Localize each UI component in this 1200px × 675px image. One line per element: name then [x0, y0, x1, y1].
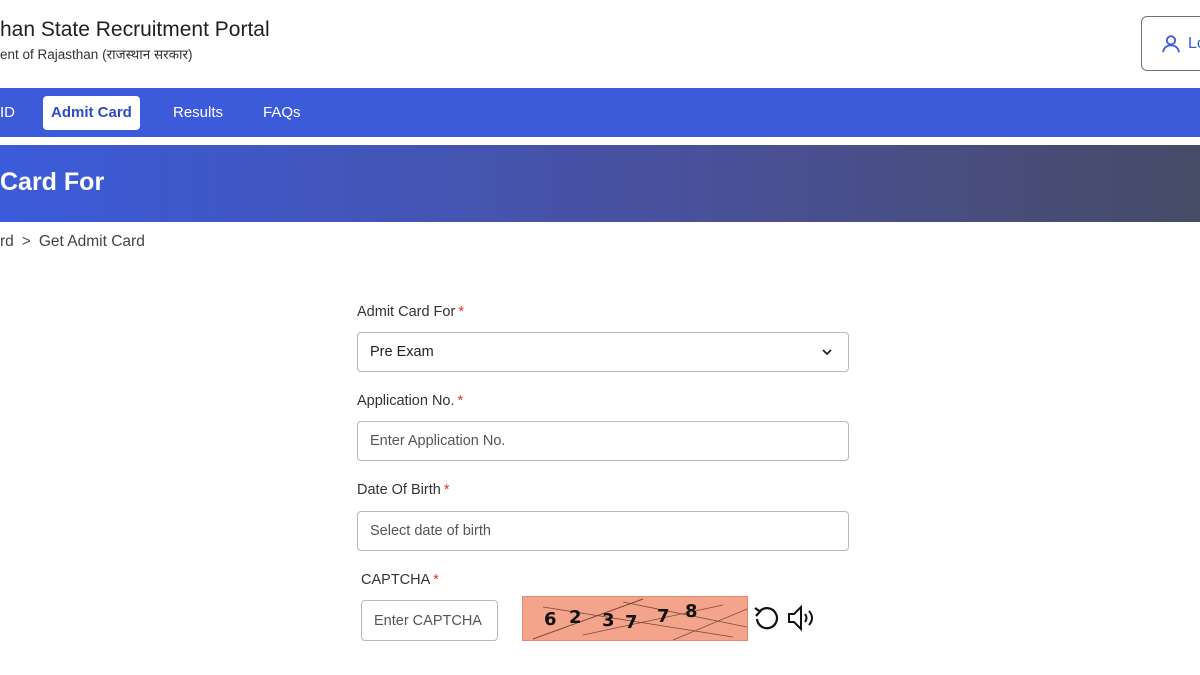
captcha-image: 6 2 3 7 7 8 — [522, 596, 748, 641]
captcha-input[interactable]: Enter CAPTCHA — [361, 600, 498, 641]
nav-item-faqs[interactable]: FAQs — [263, 96, 301, 130]
required-marker: * — [443, 482, 450, 498]
breadcrumb: rd > Get Admit Card — [0, 233, 145, 251]
admit-card-for-value: Pre Exam — [370, 344, 434, 360]
refresh-captcha-button[interactable] — [752, 603, 780, 638]
admit-card-for-select[interactable]: Pre Exam — [357, 332, 849, 372]
admit-card-for-label-text: Admit Card For — [357, 304, 456, 320]
application-no-placeholder: Enter Application No. — [370, 433, 506, 449]
main-nav: ID Admit Card Results FAQs — [0, 88, 1200, 137]
page-banner: Card For — [0, 145, 1200, 222]
captcha-label: CAPTCHA * — [361, 572, 439, 588]
user-icon — [1162, 34, 1180, 52]
captcha-char: 3 — [602, 610, 615, 631]
login-button[interactable]: Lo — [1141, 16, 1200, 71]
breadcrumb-separator: > — [21, 233, 31, 250]
application-no-label: Application No. * — [357, 393, 463, 409]
login-label: Lo — [1188, 34, 1200, 52]
captcha-char: 8 — [685, 601, 698, 622]
captcha-label-text: CAPTCHA — [361, 572, 431, 588]
page-title: Card For — [0, 168, 105, 196]
site-header: han State Recruitment Portal ent of Raja… — [0, 0, 1200, 88]
captcha-char: 2 — [569, 607, 582, 628]
nav-item-admit-card[interactable]: Admit Card — [43, 96, 140, 130]
required-marker: * — [433, 572, 439, 588]
dob-placeholder: Select date of birth — [370, 523, 491, 539]
speaker-icon — [788, 604, 813, 632]
captcha-char: 6 — [544, 609, 557, 630]
admit-card-for-label: Admit Card For * — [357, 304, 464, 320]
refresh-icon — [754, 607, 779, 630]
chevron-down-icon — [822, 349, 832, 356]
breadcrumb-item-current: Get Admit Card — [38, 233, 145, 250]
required-marker: * — [457, 393, 464, 409]
captcha-char: 7 — [625, 612, 638, 633]
application-no-label-text: Application No. — [357, 393, 455, 409]
dob-input[interactable]: Select date of birth — [357, 511, 849, 551]
dob-label: Date Of Birth * — [357, 482, 449, 498]
portal-title: han State Recruitment Portal — [0, 18, 270, 41]
dob-label-text: Date Of Birth — [357, 482, 441, 498]
audio-captcha-button[interactable] — [786, 603, 818, 638]
application-no-input[interactable]: Enter Application No. — [357, 421, 849, 461]
portal-subtitle: ent of Rajasthan (राजस्थान सरकार) — [0, 47, 193, 62]
nav-item-results[interactable]: Results — [173, 96, 223, 130]
required-marker: * — [458, 304, 464, 320]
captcha-char: 7 — [657, 606, 670, 627]
breadcrumb-item-admit-card[interactable]: rd — [0, 233, 14, 251]
captcha-placeholder: Enter CAPTCHA — [374, 612, 482, 629]
nav-item-id[interactable]: ID — [0, 96, 15, 130]
